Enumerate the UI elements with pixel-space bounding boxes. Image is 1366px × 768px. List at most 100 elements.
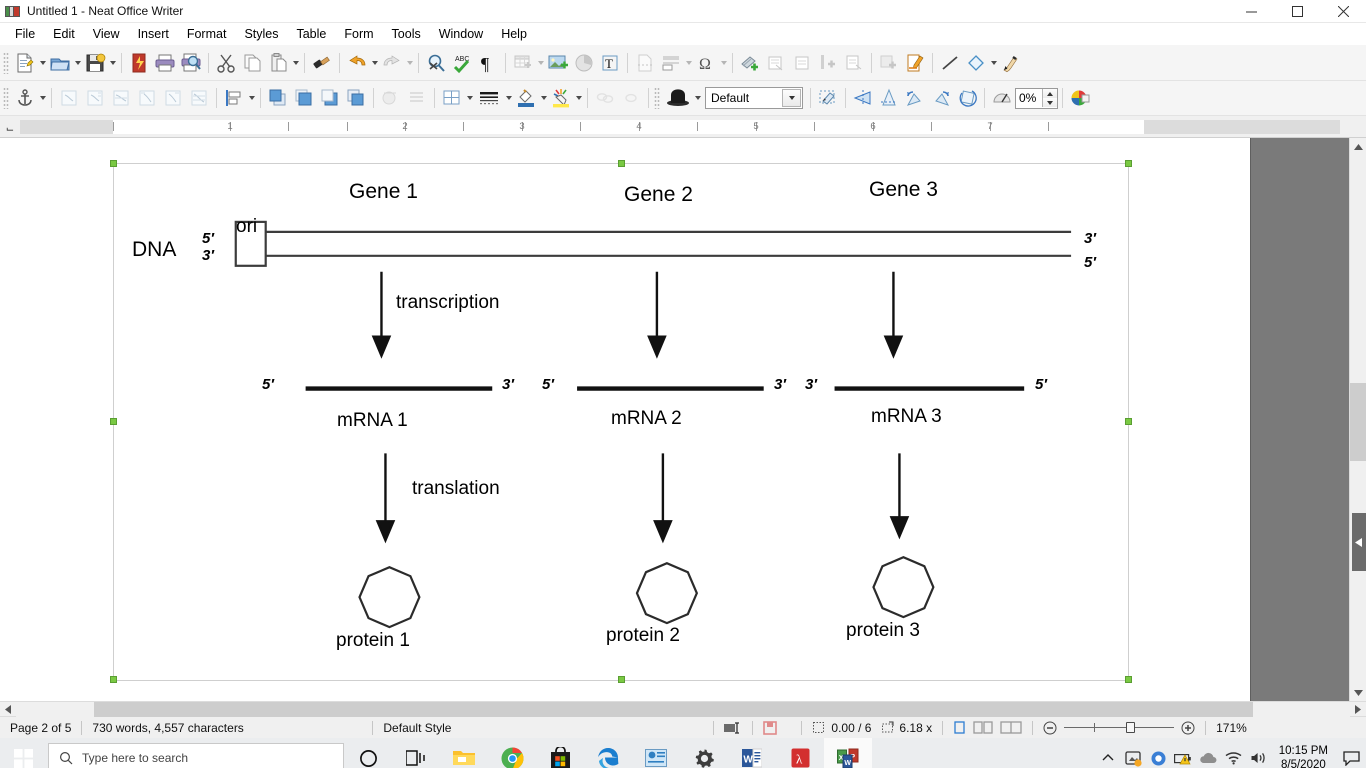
transparency-down-icon[interactable] bbox=[1043, 98, 1057, 107]
menu-view[interactable]: View bbox=[84, 24, 129, 44]
insert-chart-icon[interactable] bbox=[571, 49, 597, 77]
battery-warning-icon[interactable] bbox=[1171, 738, 1196, 768]
anchor-dropdown-icon[interactable] bbox=[38, 84, 47, 112]
selection-handle-middle-left[interactable] bbox=[110, 418, 117, 425]
send-to-back-icon[interactable] bbox=[343, 84, 369, 112]
toolbar-grip[interactable] bbox=[3, 51, 9, 74]
navigation-toggle-button[interactable] bbox=[1352, 513, 1366, 571]
menu-insert[interactable]: Insert bbox=[129, 24, 178, 44]
graphics-style-select[interactable]: Default bbox=[705, 87, 803, 109]
new-document-icon[interactable] bbox=[12, 49, 38, 77]
rotate-left-icon[interactable] bbox=[902, 84, 928, 112]
onedrive-sync-icon[interactable] bbox=[1121, 738, 1146, 768]
menu-format[interactable]: Format bbox=[178, 24, 236, 44]
selection-handle-middle-right[interactable] bbox=[1125, 418, 1132, 425]
show-draw-functions-icon[interactable] bbox=[998, 49, 1024, 77]
toolbar-grip[interactable] bbox=[3, 87, 9, 109]
align-objects-icon[interactable] bbox=[221, 84, 247, 112]
file-explorer-icon[interactable] bbox=[440, 738, 488, 768]
cloud-icon[interactable] bbox=[1196, 738, 1221, 768]
maximize-button[interactable] bbox=[1274, 0, 1320, 23]
group-icon[interactable] bbox=[592, 84, 618, 112]
border-color-icon[interactable] bbox=[513, 84, 539, 112]
show-hidden-icons-icon[interactable] bbox=[1096, 738, 1121, 768]
insert-table-dropdown-icon[interactable] bbox=[536, 49, 545, 77]
neat-office-icon[interactable]: X P W bbox=[824, 738, 872, 768]
anchor-icon[interactable] bbox=[12, 84, 38, 112]
single-page-view-icon[interactable] bbox=[953, 721, 966, 734]
undo-icon[interactable] bbox=[344, 49, 370, 77]
insert-bookmark-icon[interactable] bbox=[815, 49, 841, 77]
page-indicator[interactable]: Page 2 of 5 bbox=[0, 717, 81, 739]
find-replace-icon[interactable] bbox=[423, 49, 449, 77]
redo-icon[interactable] bbox=[379, 49, 405, 77]
wrap-left-icon[interactable] bbox=[134, 84, 160, 112]
insert-image-icon[interactable] bbox=[545, 49, 571, 77]
microsoft-word-icon[interactable]: W bbox=[728, 738, 776, 768]
spelling-icon[interactable]: ABC bbox=[449, 49, 475, 77]
ungroup-icon[interactable] bbox=[618, 84, 644, 112]
wrap-right-icon[interactable] bbox=[160, 84, 186, 112]
menu-form[interactable]: Form bbox=[335, 24, 382, 44]
insert-text-box-icon[interactable]: T bbox=[597, 49, 623, 77]
flip-horizontally-icon[interactable] bbox=[850, 84, 876, 112]
wifi-icon[interactable] bbox=[1221, 738, 1246, 768]
save-document-icon[interactable] bbox=[82, 49, 108, 77]
menu-styles[interactable]: Styles bbox=[235, 24, 287, 44]
insert-comment-icon[interactable] bbox=[876, 49, 902, 77]
wrap-through-icon[interactable] bbox=[186, 84, 212, 112]
highlighting-color-icon[interactable] bbox=[548, 84, 574, 112]
new-document-dropdown-icon[interactable] bbox=[38, 49, 47, 77]
zoom-out-icon[interactable] bbox=[1043, 721, 1057, 735]
chevron-down-icon[interactable] bbox=[782, 89, 801, 107]
chrome-tray-icon[interactable] bbox=[1146, 738, 1171, 768]
volume-icon[interactable] bbox=[1246, 738, 1271, 768]
scroll-left-icon[interactable] bbox=[0, 702, 16, 717]
insert-field-dropdown-icon[interactable] bbox=[684, 49, 693, 77]
print-icon[interactable] bbox=[152, 49, 178, 77]
rotate-icon[interactable] bbox=[954, 84, 980, 112]
border-style-dropdown-icon[interactable] bbox=[504, 84, 513, 112]
selection-handle-bottom-center[interactable] bbox=[618, 676, 625, 683]
insert-table-icon[interactable] bbox=[510, 49, 536, 77]
insert-line-icon[interactable] bbox=[937, 49, 963, 77]
paste-dropdown-icon[interactable] bbox=[291, 49, 300, 77]
clone-formatting-icon[interactable] bbox=[309, 49, 335, 77]
bring-to-front-icon[interactable] bbox=[265, 84, 291, 112]
wrap-page-icon[interactable] bbox=[82, 84, 108, 112]
horizontal-ruler[interactable]: ⌙ 1 2 3 4 5 6 7 bbox=[0, 116, 1366, 138]
menu-window[interactable]: Window bbox=[430, 24, 492, 44]
word-count[interactable]: 730 words, 4,557 characters bbox=[82, 717, 372, 739]
task-view-icon[interactable] bbox=[392, 738, 440, 768]
border-color-dropdown-icon[interactable] bbox=[539, 84, 548, 112]
gallery-icon[interactable] bbox=[663, 84, 693, 112]
ruler-track[interactable]: 1 2 3 4 5 6 7 bbox=[20, 119, 1340, 134]
to-background-icon[interactable] bbox=[404, 84, 430, 112]
transparency-up-icon[interactable] bbox=[1043, 89, 1057, 98]
zoom-in-icon[interactable] bbox=[1181, 721, 1195, 735]
copy-icon[interactable] bbox=[239, 49, 265, 77]
cut-icon[interactable] bbox=[213, 49, 239, 77]
settings-icon[interactable] bbox=[680, 738, 728, 768]
adobe-acrobat-icon[interactable]: λ bbox=[776, 738, 824, 768]
document-workspace[interactable]: DNA ori 5′ 3′ 3′ 5′ Gene 1 Gene 2 Gene 3… bbox=[0, 138, 1366, 701]
vertical-scrollbar-thumb[interactable] bbox=[1350, 383, 1366, 461]
paste-icon[interactable] bbox=[265, 49, 291, 77]
selection-mode-icon[interactable] bbox=[714, 717, 752, 739]
unsaved-changes-icon[interactable] bbox=[753, 717, 787, 739]
toolbar-grip[interactable] bbox=[654, 87, 660, 109]
insert-field-icon[interactable] bbox=[658, 49, 684, 77]
google-chrome-icon[interactable] bbox=[488, 738, 536, 768]
insert-special-character-icon[interactable]: Ω bbox=[693, 49, 719, 77]
ruler-left-margin[interactable] bbox=[20, 119, 113, 134]
vertical-scrollbar[interactable] bbox=[1349, 138, 1366, 701]
flip-vertically-icon[interactable] bbox=[876, 84, 902, 112]
track-changes-icon[interactable] bbox=[902, 49, 928, 77]
formatting-marks-icon[interactable]: ¶ bbox=[475, 49, 501, 77]
export-pdf-icon[interactable] bbox=[126, 49, 152, 77]
powerpoint-icon[interactable] bbox=[632, 738, 680, 768]
borders-icon[interactable] bbox=[439, 84, 465, 112]
save-document-dropdown-icon[interactable] bbox=[108, 49, 117, 77]
selection-handle-top-center[interactable] bbox=[618, 160, 625, 167]
basic-shapes-icon[interactable] bbox=[963, 49, 989, 77]
